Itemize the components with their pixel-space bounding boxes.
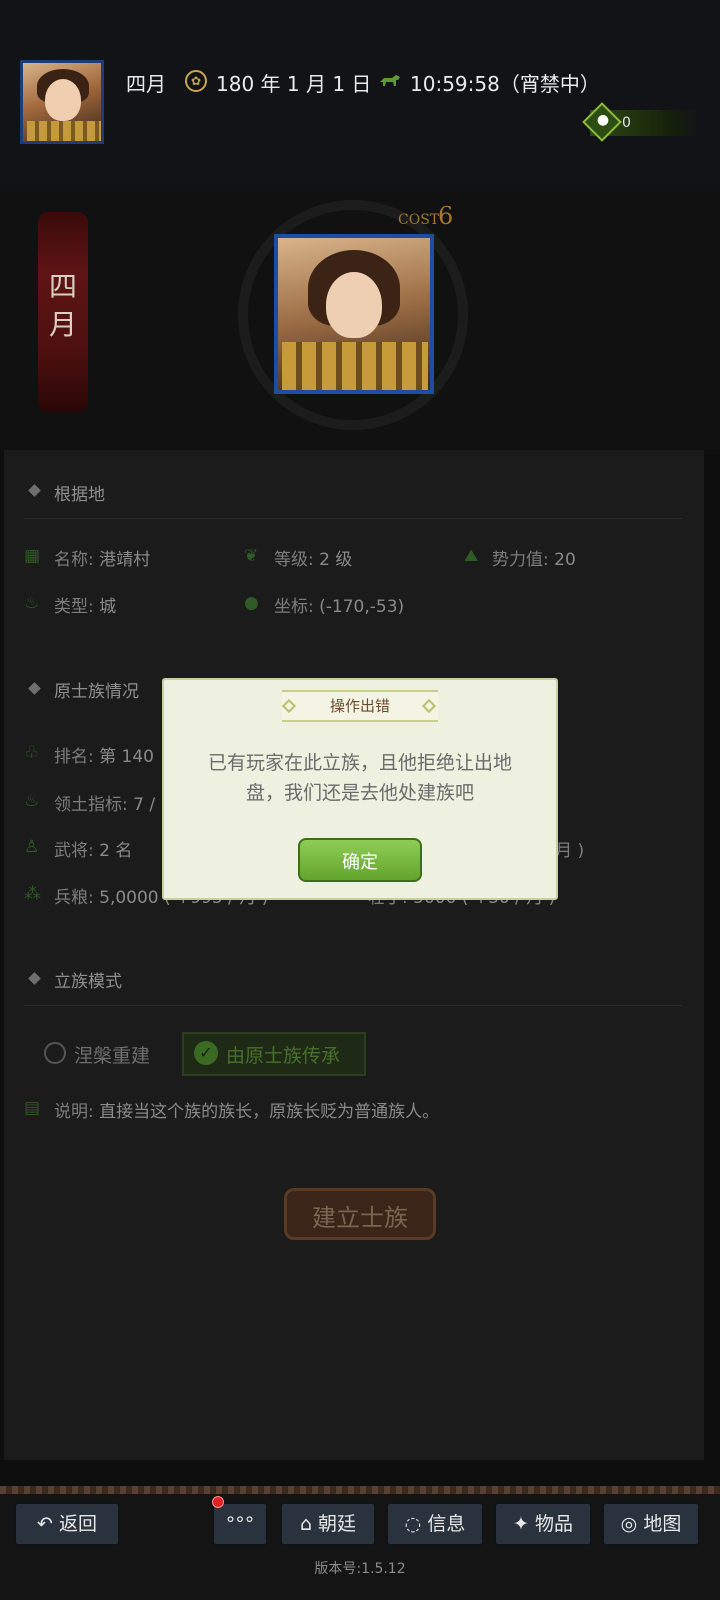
clan-territory: 领土指标: 7 / xyxy=(54,795,156,815)
location-pin-icon: ● xyxy=(244,593,259,613)
palace-icon: ⌂ xyxy=(299,1513,312,1535)
back-label: 返回 xyxy=(58,1513,97,1535)
court-button[interactable]: ⌂ 朝廷 xyxy=(280,1502,376,1546)
mode-option-rebuild-label[interactable]: 涅槃重建 xyxy=(74,1041,150,1068)
ok-button-label[interactable]: 确定 xyxy=(298,848,422,874)
map-label: 地图 xyxy=(643,1513,682,1535)
info-label: 信息 xyxy=(427,1513,466,1535)
cost-label: COST xyxy=(398,212,440,228)
base-power: 势力值: 20 xyxy=(492,550,576,570)
mode-option-rebuild-radio[interactable] xyxy=(44,1042,66,1064)
base-level: 等级: 2 级 xyxy=(274,550,353,570)
court-label: 朝廷 xyxy=(318,1513,357,1535)
player-avatar[interactable] xyxy=(20,60,104,144)
mode-description: 说明: 直接当这个族的族长，原族长贬为普通族人。 xyxy=(54,1102,440,1122)
divider xyxy=(24,1005,682,1006)
description-icon: ▤ xyxy=(24,1098,41,1118)
chat-bubble-icon: ◌ xyxy=(404,1513,422,1535)
banner-char-2: 月 xyxy=(48,308,77,341)
horse-icon xyxy=(378,74,402,88)
hero-portrait[interactable] xyxy=(274,234,434,394)
section-title-base: 根据地 xyxy=(54,485,105,505)
level-icon: ❦ xyxy=(244,546,259,566)
divider xyxy=(24,518,682,519)
wall-icon: ▦ xyxy=(24,546,41,566)
back-button[interactable]: ↶ 返回 xyxy=(14,1502,120,1546)
more-button[interactable]: °°° xyxy=(212,1502,268,1546)
items-icon: ✦ xyxy=(513,1513,529,1535)
items-button[interactable]: ✦ 物品 xyxy=(494,1502,592,1546)
section-title-clan: 原士族情况 xyxy=(54,682,139,702)
city-type-icon: ♨ xyxy=(24,593,40,613)
map-button[interactable]: ◎ 地图 xyxy=(602,1502,700,1546)
rank-icon: ♧ xyxy=(24,743,40,763)
dialog-message-line1: 已有玩家在此立族，且他拒绝让出地 xyxy=(207,752,512,774)
base-coord: 坐标: (-170,-53) xyxy=(274,597,405,617)
clan-rank: 排名: 第 140 xyxy=(54,747,154,767)
banner-char-1: 四 xyxy=(48,270,77,303)
section-title-mode: 立族模式 xyxy=(54,972,122,992)
build-clan-button-label[interactable]: 建立士族 xyxy=(284,1198,436,1233)
info-button[interactable]: ◌ 信息 xyxy=(386,1502,484,1546)
clan-generals: 武将: 2 名 xyxy=(54,841,133,861)
back-arrow-icon: ↶ xyxy=(37,1513,53,1535)
version-text: 版本号:1.5.12 xyxy=(314,1561,406,1577)
name-banner-text: 四 月 xyxy=(38,268,88,344)
player-name: 四月 xyxy=(126,72,166,96)
food-icon: ⁂ xyxy=(24,884,41,904)
globe-icon: ◎ xyxy=(620,1513,638,1535)
money-bag-glyph: ● xyxy=(596,112,610,128)
resource-value: 0 xyxy=(622,115,631,131)
cost-value: 6 xyxy=(438,202,454,230)
checkmark-icon: ✓ xyxy=(194,1041,218,1065)
general-icon: ♙ xyxy=(24,837,40,857)
nav-decorative-edge xyxy=(0,1486,720,1494)
calendar-seal-icon: ✿ xyxy=(185,70,207,92)
dialog-title: 操作出错 xyxy=(329,697,390,715)
game-time: 10:59:58（宵禁中） xyxy=(410,72,600,96)
territory-icon: ♨ xyxy=(24,791,40,811)
dialog-message: 已有玩家在此立族，且他拒绝让出地 盘，我们还是去他处建族吧 xyxy=(184,748,536,808)
more-icon: °°° xyxy=(225,1513,255,1535)
base-type: 类型: 城 xyxy=(54,597,117,617)
notification-dot xyxy=(212,1496,224,1508)
dialog-message-line2: 盘，我们还是去他处建族吧 xyxy=(245,782,474,804)
power-icon: ⛰ xyxy=(464,546,479,566)
mode-option-inherit-label[interactable]: 由原士族传承 xyxy=(226,1041,340,1068)
game-date: 180 年 1 月 1 日 xyxy=(216,72,372,96)
base-name: 名称: 港靖村 xyxy=(54,550,151,570)
items-label: 物品 xyxy=(534,1513,573,1535)
